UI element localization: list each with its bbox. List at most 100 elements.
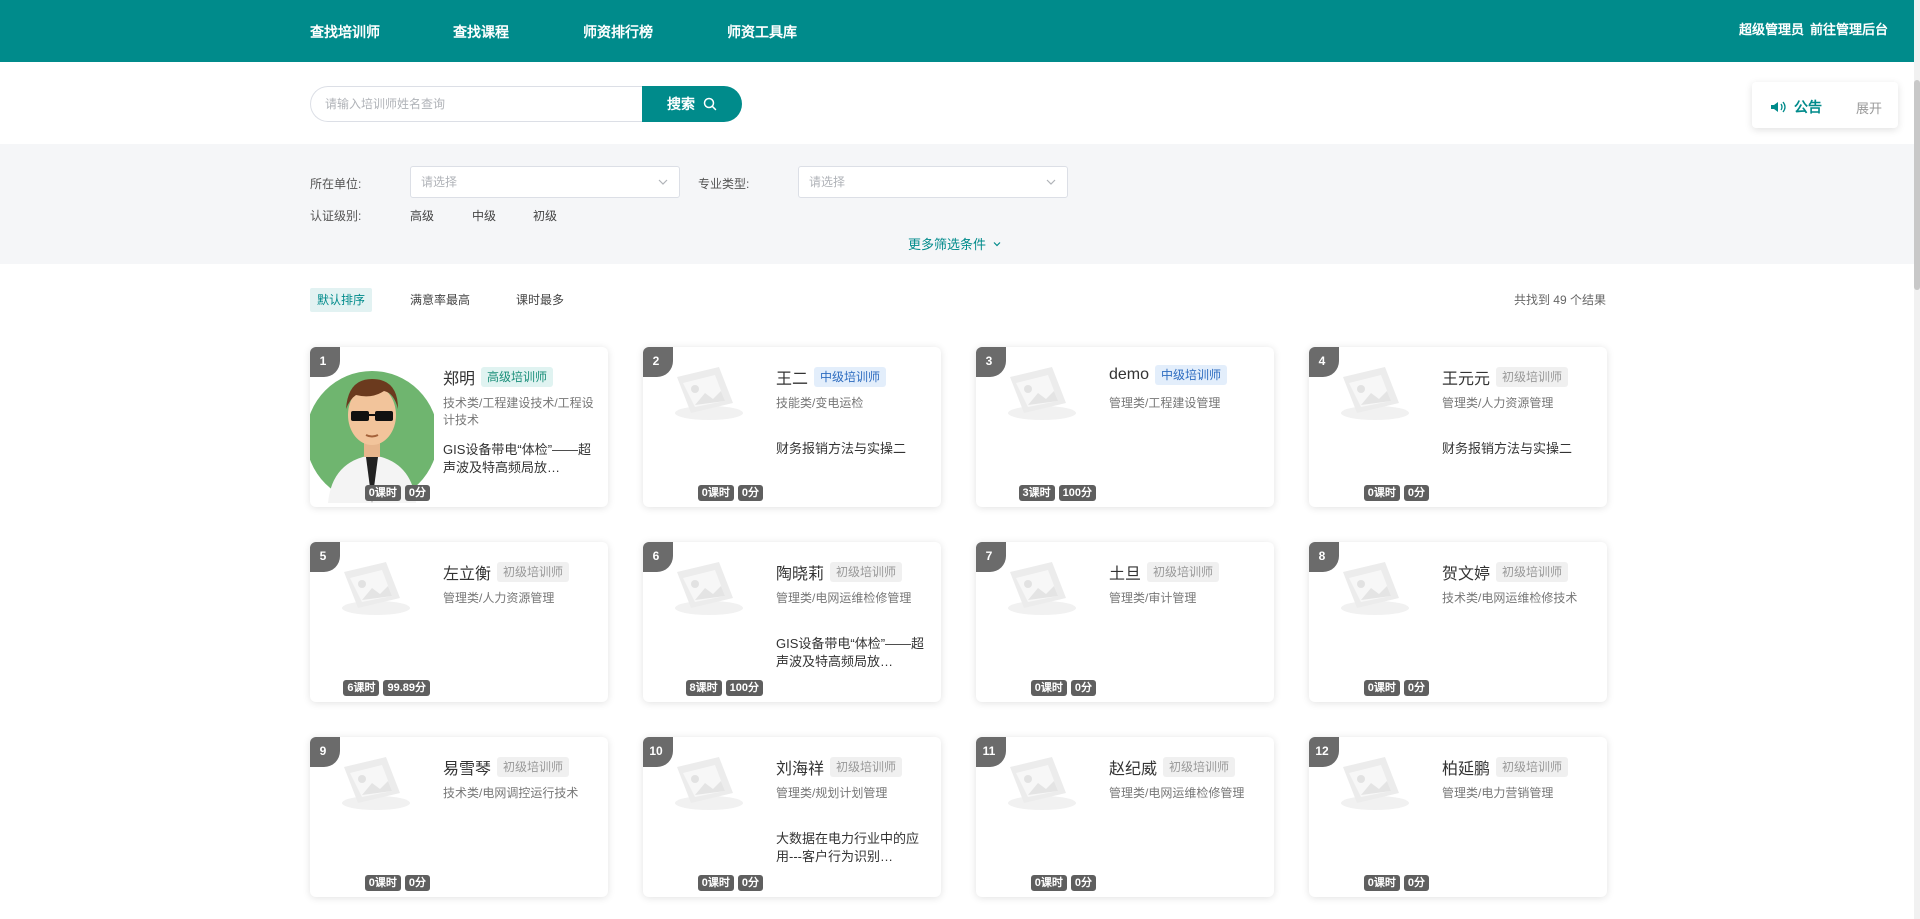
trainer-name: demo [1109, 366, 1150, 383]
nav-find-trainer[interactable]: 查找培训师 [310, 22, 380, 42]
trainer-card[interactable]: 3 demo 中级培训师 管理类/工程建设管理 3课时 100分 [976, 347, 1274, 507]
name-row: 陶晓莉 初级培训师 [776, 560, 903, 584]
major-select-placeholder: 请选择 [809, 175, 846, 189]
trainer-card[interactable]: 10 刘海祥 初级培训师 管理类/规划计划管理 大数据在电力行业中的应用---客户行为识… [643, 737, 941, 897]
nav-trainer-ranking[interactable]: 师资排行榜 [583, 22, 653, 42]
image-placeholder-icon [675, 562, 743, 615]
trainer-stats: 0课时 0分 [1030, 680, 1096, 696]
trainer-specialty: 管理类/人力资源管理 [443, 591, 555, 605]
admin-link[interactable]: 前往管理后台 [1810, 22, 1888, 37]
search-button-label: 搜索 [667, 96, 695, 112]
level-badge: 中级培训师 [814, 367, 887, 387]
trainer-card[interactable]: 5 左立衡 初级培训师 管理类/人力资源管理 6课时 99.89分 [310, 542, 608, 702]
notice-expand-button[interactable]: 展开 [1856, 98, 1882, 117]
sort-satisfaction[interactable]: 满意率最高 [410, 288, 470, 312]
search-button[interactable]: 搜索 [642, 86, 742, 122]
trainer-card[interactable]: 9 易雪琴 初级培训师 技术类/电网调控运行技术 0课时 0分 [310, 737, 608, 897]
score-tag: 0分 [737, 485, 763, 501]
notice-button[interactable]: 公告 [1770, 97, 1822, 117]
trainer-name: 陶晓莉 [776, 566, 825, 583]
trainer-card[interactable]: 4 王元元 初级培训师 管理类/人力资源管理 财务报销方法与实操二 0课时 0分 [1309, 347, 1607, 507]
nav-find-course[interactable]: 查找课程 [453, 22, 509, 42]
hours-tag: 0课时 [1363, 485, 1400, 501]
name-row: 柏延鹏 初级培训师 [1442, 755, 1569, 779]
score-tag: 0分 [404, 485, 430, 501]
sort-default[interactable]: 默认排序 [310, 288, 373, 312]
trainer-stats: 0课时 0分 [364, 875, 430, 891]
trainer-course[interactable]: 大数据在电力行业中的应用---客户行为识别… [776, 830, 934, 866]
name-row: 易雪琴 初级培训师 [443, 755, 570, 779]
trainer-course[interactable]: GIS设备带电“体检”——超声波及特高频局放… [443, 441, 601, 477]
level-badge: 初级培训师 [1496, 562, 1569, 582]
level-option-high[interactable]: 高级 [410, 207, 434, 224]
trainer-stats: 0课时 0分 [1363, 875, 1429, 891]
score-tag: 0分 [1403, 485, 1429, 501]
trainer-name: 易雪琴 [443, 761, 492, 778]
hours-tag: 0课时 [697, 875, 734, 891]
more-filters-label: 更多筛选条件 [908, 237, 987, 252]
trainer-card[interactable]: 1 郑明 高级培训师 技术类/工程建设技术/工程设计技术 GIS设备带电“体检”——超声… [310, 347, 608, 507]
search-bar: 搜索 [310, 86, 742, 122]
more-filters-toggle[interactable]: 更多筛选条件 [908, 234, 1002, 253]
scroll-thumb[interactable] [1914, 80, 1920, 290]
trainer-name: 贺文婷 [1442, 566, 1491, 583]
trainer-card[interactable]: 6 陶晓莉 初级培训师 管理类/电网运维检修管理 GIS设备带电“体检”——超声波及特高… [643, 542, 941, 702]
image-placeholder-icon [1341, 367, 1409, 420]
notice-panel: 公告 展开 [1752, 82, 1898, 128]
name-row: 贺文婷 初级培训师 [1442, 560, 1569, 584]
trainer-name: 王元元 [1442, 371, 1491, 388]
search-icon [703, 97, 717, 111]
level-badge: 中级培训师 [1155, 365, 1228, 385]
trainer-card[interactable]: 12 柏延鹏 初级培训师 管理类/电力营销管理 0课时 0分 [1309, 737, 1607, 897]
sort-hours[interactable]: 课时最多 [516, 288, 564, 312]
chevron-down-icon [1046, 179, 1056, 185]
trainer-card[interactable]: 2 王二 中级培训师 技能类/变电运检 财务报销方法与实操二 0课时 0分 [643, 347, 941, 507]
trainer-card[interactable]: 8 贺文婷 初级培训师 技术类/电网运维检修技术 0课时 0分 [1309, 542, 1607, 702]
score-tag: 0分 [1070, 680, 1096, 696]
trainer-stats: 8课时 100分 [685, 680, 763, 696]
hours-tag: 0课时 [1363, 875, 1400, 891]
image-placeholder-icon [1008, 562, 1076, 615]
trainer-card[interactable]: 7 土旦 初级培训师 管理类/审计管理 0课时 0分 [976, 542, 1274, 702]
major-select[interactable]: 请选择 [798, 166, 1068, 198]
level-badge: 初级培训师 [497, 757, 570, 777]
hours-tag: 0课时 [697, 485, 734, 501]
score-tag: 99.89分 [383, 680, 430, 696]
nav-trainer-toolkit[interactable]: 师资工具库 [727, 22, 797, 42]
unit-filter-label: 所在单位: [310, 177, 362, 191]
trainer-specialty: 管理类/审计管理 [1109, 591, 1197, 605]
trainer-course[interactable]: 财务报销方法与实操二 [776, 440, 934, 458]
result-count: 共找到 49 个结果 [1513, 293, 1606, 307]
unit-select[interactable]: 请选择 [410, 166, 680, 198]
name-row: 郑明 高级培训师 [443, 365, 554, 389]
score-tag: 0分 [404, 875, 430, 891]
trainer-course[interactable]: GIS设备带电“体检”——超声波及特高频局放… [776, 635, 934, 671]
level-option-mid[interactable]: 中级 [472, 207, 496, 224]
trainer-course[interactable]: 财务报销方法与实操二 [1442, 440, 1600, 458]
trainer-stats: 6课时 99.89分 [343, 680, 430, 696]
search-input[interactable] [310, 86, 646, 122]
trainer-specialty: 技能类/变电运检 [776, 396, 864, 410]
image-placeholder-icon [1008, 757, 1076, 810]
name-row: demo 中级培训师 [1109, 365, 1228, 385]
trainer-name: 赵纪威 [1109, 761, 1158, 778]
major-filter-label: 专业类型: [698, 177, 750, 191]
user-name[interactable]: 超级管理员 [1739, 22, 1804, 37]
trainer-stats: 0课时 0分 [1363, 485, 1429, 501]
notice-label: 公告 [1794, 99, 1822, 115]
chevron-down-icon [658, 179, 668, 185]
hours-tag: 0课时 [1030, 875, 1067, 891]
trainer-stats: 0课时 0分 [1363, 680, 1429, 696]
image-placeholder-icon [675, 757, 743, 810]
trainer-card[interactable]: 11 赵纪威 初级培训师 管理类/电网运维检修管理 0课时 0分 [976, 737, 1274, 897]
level-badge: 初级培训师 [830, 757, 903, 777]
score-tag: 0分 [737, 875, 763, 891]
level-option-low[interactable]: 初级 [533, 207, 557, 224]
trainer-specialty: 技术类/工程建设技术/工程设计技术 [443, 396, 594, 427]
name-row: 土旦 初级培训师 [1109, 560, 1220, 584]
trainer-name: 土旦 [1109, 566, 1142, 583]
image-placeholder-icon [675, 367, 743, 420]
level-filter-label: 认证级别: [310, 209, 362, 223]
level-badge: 初级培训师 [1147, 562, 1220, 582]
page-scrollbar[interactable] [1914, 0, 1920, 919]
